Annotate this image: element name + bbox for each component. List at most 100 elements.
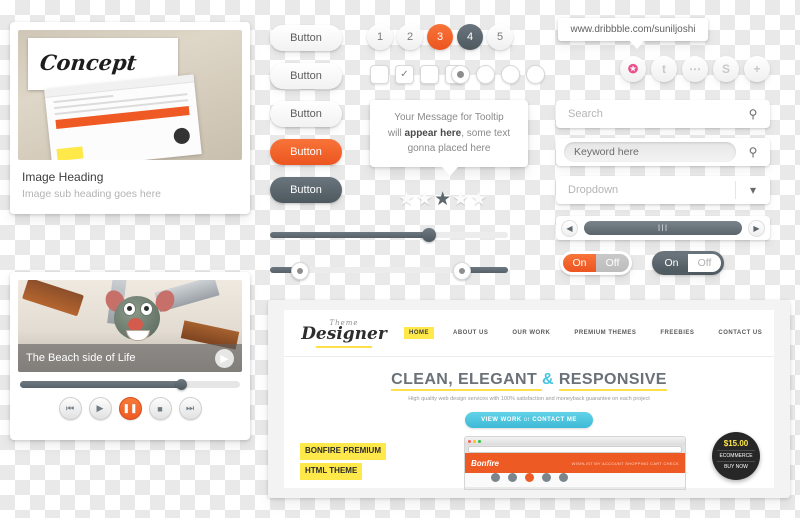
video-pause-button[interactable]: ❚❚: [118, 397, 142, 420]
browser-minimize-dot: [473, 439, 476, 443]
radio-group: [451, 65, 545, 84]
chevron-down-icon[interactable]: ▾: [736, 183, 770, 197]
button-primary-orange[interactable]: Button: [270, 139, 342, 165]
browser-zoom-dot: [478, 439, 481, 443]
star-5[interactable]: ★: [470, 188, 487, 211]
skype-glyph: S: [721, 62, 730, 76]
toggle-dark[interactable]: On Off: [652, 251, 724, 275]
video-stop-button[interactable]: ■: [148, 397, 172, 420]
scrollbar-thumb[interactable]: III: [584, 221, 742, 235]
slider-range[interactable]: [270, 262, 508, 280]
checkbox-3[interactable]: [420, 65, 439, 84]
carousel-dot-4[interactable]: [541, 473, 551, 482]
radio-dot: [457, 71, 464, 78]
right-arrow-glyph: ▶: [753, 223, 760, 233]
hero-cta-button[interactable]: VIEW WORK or CONTACT ME: [465, 412, 593, 428]
pagination-item-1[interactable]: 1: [367, 24, 393, 50]
pagination-item-3-active[interactable]: 3: [427, 24, 453, 50]
scrollbar-grip: III: [657, 223, 669, 233]
badge-buy-now[interactable]: BUY NOW: [712, 464, 760, 470]
nav-item-our-work[interactable]: OUR WORK: [507, 327, 555, 339]
search-icon[interactable]: ⚲: [736, 145, 770, 159]
star-4[interactable]: ★: [452, 188, 469, 211]
video-player-card[interactable]: The Beach side of Life ▶ ⏮ ▶ ❚❚ ■ ⏭: [10, 272, 250, 440]
slider-range-handle-low[interactable]: [291, 262, 310, 280]
star-1[interactable]: ★: [398, 188, 415, 211]
keyword-field[interactable]: Keyword here ⚲: [556, 138, 770, 166]
radio-2[interactable]: [476, 65, 495, 84]
slider-handle[interactable]: [422, 228, 437, 242]
video-progress-slider[interactable]: [20, 379, 240, 390]
toggle-off-segment[interactable]: Off: [688, 254, 721, 272]
toggle-orange[interactable]: On Off: [560, 251, 632, 275]
keyword-input[interactable]: Keyword here: [564, 142, 736, 162]
hero-title-part-2: ELEGANT: [457, 371, 543, 391]
nav-item-premium-themes[interactable]: PREMIUM THEMES: [569, 327, 641, 339]
checkbox-1[interactable]: [370, 65, 389, 84]
image-card[interactable]: Concept Image Heading Image sub heading …: [10, 22, 250, 214]
site-logo[interactable]: Theme Designer: [284, 319, 404, 348]
nav-item-freebies[interactable]: FREEBIES: [655, 327, 699, 339]
check-icon: ✓: [400, 69, 409, 80]
video-thumbnail[interactable]: The Beach side of Life ▶: [18, 280, 242, 372]
button-2[interactable]: Button: [270, 63, 342, 89]
horizontal-scrollbar[interactable]: ◀ III ▶: [556, 216, 770, 240]
checkbox-2-checked[interactable]: ✓: [395, 65, 414, 84]
carousel-dot-2[interactable]: [507, 473, 517, 482]
pagination-item-5[interactable]: 5: [487, 24, 513, 50]
website-mockup-page: Theme Designer HOME ABOUT US OUR WORK PR…: [284, 310, 774, 490]
search-field[interactable]: Search ⚲: [556, 100, 770, 128]
video-next-button[interactable]: ⏭: [178, 397, 202, 420]
skype-icon[interactable]: S: [713, 56, 739, 82]
twitter-icon[interactable]: t: [651, 56, 677, 82]
toggle-off-segment[interactable]: Off: [596, 254, 629, 272]
image-card-thumbnail: Concept: [18, 30, 242, 160]
social-icons: ✪ t ⋯ S +: [620, 56, 770, 82]
nav-item-about-us[interactable]: ABOUT US: [448, 327, 493, 339]
button-label: Button: [290, 32, 322, 44]
button-1[interactable]: Button: [270, 25, 342, 51]
search-icon[interactable]: ⚲: [736, 107, 770, 121]
search-input[interactable]: Search: [556, 108, 736, 120]
radio-4[interactable]: [526, 65, 545, 84]
video-play-button[interactable]: ▶: [88, 397, 112, 420]
tooltip-line-2-bold: appear here: [404, 127, 462, 139]
rss-glyph: ⋯: [689, 62, 701, 76]
nav-item-home[interactable]: HOME: [404, 327, 434, 339]
pagination-label: 1: [376, 31, 384, 43]
rss-icon[interactable]: ⋯: [682, 56, 708, 82]
star-3-filled[interactable]: ★: [434, 188, 451, 211]
scroll-right-arrow-icon[interactable]: ▶: [748, 219, 765, 237]
tooltip-line-2: will appear here, some text: [378, 126, 520, 142]
twitter-glyph: t: [662, 62, 666, 76]
hero-cta-or: or: [521, 417, 533, 423]
button-3[interactable]: Button: [270, 101, 342, 127]
carousel-dot-1[interactable]: [490, 473, 500, 482]
pagination-item-4-hover[interactable]: 4: [457, 24, 483, 50]
video-previous-button[interactable]: ⏮: [58, 397, 82, 420]
tooltip: Your Message for Tooltip will appear her…: [370, 100, 528, 175]
slider-range-handle-high[interactable]: [453, 262, 472, 280]
browser-close-dot: [468, 439, 471, 443]
nav-item-contact-us[interactable]: CONTACT US: [713, 327, 767, 339]
radio-3[interactable]: [501, 65, 520, 84]
scroll-left-arrow-icon[interactable]: ◀: [561, 219, 578, 237]
dropdown[interactable]: Dropdown ▾: [556, 176, 770, 204]
website-mockup-card[interactable]: Theme Designer HOME ABOUT US OUR WORK PR…: [268, 300, 790, 498]
bonfire-nav-links: WISHLIST MY ACCOUNT SHOPPING CART CHECK: [571, 460, 679, 466]
radio-1-selected[interactable]: [451, 65, 470, 84]
carousel-dot-3-active[interactable]: [524, 473, 534, 482]
toggle-on-segment[interactable]: On: [563, 254, 596, 272]
pagination-item-2[interactable]: 2: [397, 24, 423, 50]
plus-icon[interactable]: +: [744, 56, 770, 82]
star-2[interactable]: ★: [416, 188, 433, 211]
slider-single[interactable]: [270, 228, 508, 242]
dribbble-icon[interactable]: ✪: [620, 56, 646, 82]
button-label: Button: [290, 108, 322, 120]
left-arrow-glyph: ◀: [566, 223, 573, 233]
toggle-on-segment[interactable]: On: [655, 254, 688, 272]
video-next-icon[interactable]: ▶: [215, 348, 234, 368]
button-secondary-dark[interactable]: Button: [270, 177, 342, 203]
carousel-dot-5[interactable]: [558, 473, 568, 482]
tooltip-line-3: gonna placed here: [407, 143, 491, 154]
